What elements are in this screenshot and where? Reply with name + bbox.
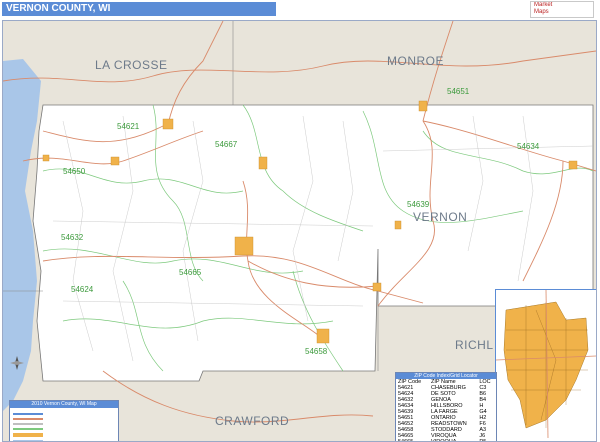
urban-area [42,154,50,162]
map-title: VERNON COUNTY, WI [2,2,276,16]
zip-label: 54624 [71,285,94,294]
map-area[interactable]: LA CROSSE MONROE VERNON RICHL CRAWFORD 5… [2,20,597,442]
urban-area [162,118,174,130]
publisher-logo: Market Maps [530,1,594,18]
key-swatch [13,418,43,420]
zip-label: 54665 [179,268,202,277]
key-swatch [13,433,43,437]
map-key: 2010 Vernon County, WI Map [9,400,119,441]
urban-area [418,100,428,112]
key-swatch [13,413,43,415]
county-label: CRAWFORD [215,414,289,428]
zip-index-grid: ZIP Code ZIP Name LOC 54621 CHASEBURG C3 54… [396,379,496,441]
county-label: RICHL [455,338,494,352]
inset-map[interactable] [495,289,596,441]
map-key-header: 2010 Vernon County, WI Map [10,401,118,408]
zip-label: 54621 [117,122,140,131]
county-label: VERNON [413,210,467,224]
zip-label: 54658 [305,347,328,356]
zip-label: 54632 [61,233,84,242]
inset-canvas [496,290,596,438]
urban-area [568,160,578,170]
key-swatch [13,423,43,425]
urban-area [234,236,254,256]
urban-area [372,282,382,292]
zip-label: 54634 [517,142,540,151]
county-label: LA CROSSE [95,58,168,72]
zip-label: 54650 [63,167,86,176]
header-bar: VERNON COUNTY, WI Market Maps [0,0,600,18]
urban-area [394,220,402,230]
county-label: MONROE [387,54,444,68]
zip-label: 54667 [215,140,238,149]
urban-area [258,156,268,170]
zip-label: 54651 [447,87,470,96]
zip-index-table: ZIP Code Index/Grid Locator ZIP Code ZIP… [395,372,497,441]
key-swatch [13,428,43,430]
urban-area [316,328,330,344]
zip-label: 54639 [407,200,430,209]
urban-area [110,156,120,166]
